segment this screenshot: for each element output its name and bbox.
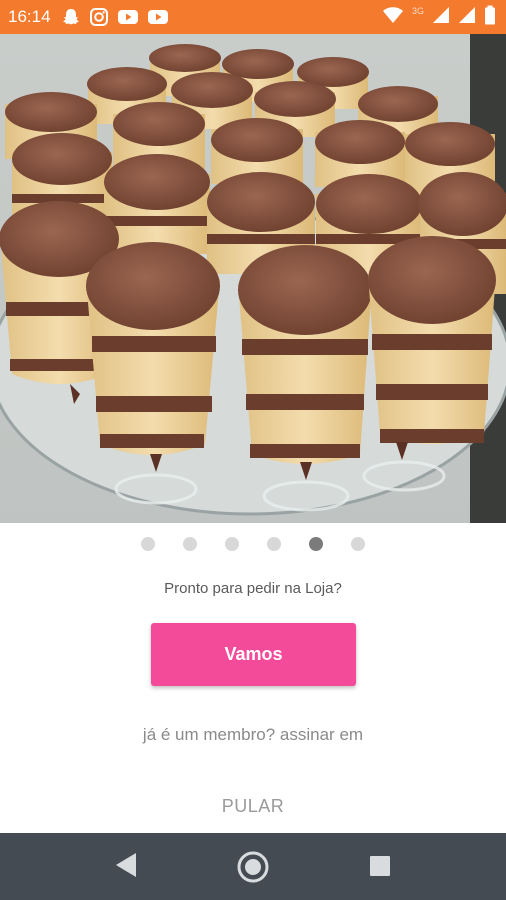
instagram-icon bbox=[89, 7, 109, 27]
status-time: 16:14 bbox=[8, 7, 51, 26]
signin-link[interactable]: já é um membro? assinar em bbox=[0, 725, 506, 745]
page-dot[interactable] bbox=[351, 537, 365, 551]
page-dot[interactable] bbox=[225, 537, 239, 551]
onboarding-prompt: Pronto para pedir na Loja? bbox=[164, 580, 342, 597]
notification-icons bbox=[61, 7, 169, 27]
dessert-photo bbox=[0, 34, 506, 523]
signal-icon bbox=[432, 6, 450, 29]
recents-icon[interactable] bbox=[368, 854, 392, 878]
signal-icon bbox=[458, 6, 476, 29]
back-icon[interactable] bbox=[114, 851, 138, 879]
navigation-bar bbox=[0, 833, 506, 900]
page-dot[interactable] bbox=[267, 537, 281, 551]
system-status-icons: 3G bbox=[382, 0, 496, 34]
page-indicator bbox=[0, 537, 506, 553]
network-type-label: 3G bbox=[411, 6, 424, 16]
youtube-icon bbox=[117, 8, 139, 26]
youtube-icon bbox=[147, 8, 169, 26]
skip-button[interactable]: PULAR bbox=[0, 796, 506, 817]
home-icon[interactable] bbox=[236, 850, 270, 884]
wifi-icon bbox=[382, 6, 404, 29]
page-dot[interactable] bbox=[141, 537, 155, 551]
page-dot[interactable] bbox=[183, 537, 197, 551]
battery-icon bbox=[484, 5, 496, 30]
page-dot-active[interactable] bbox=[309, 537, 323, 551]
snapchat-icon bbox=[61, 7, 81, 27]
vamos-button[interactable]: Vamos bbox=[151, 623, 356, 686]
status-bar: 16:14 3G bbox=[0, 0, 506, 34]
